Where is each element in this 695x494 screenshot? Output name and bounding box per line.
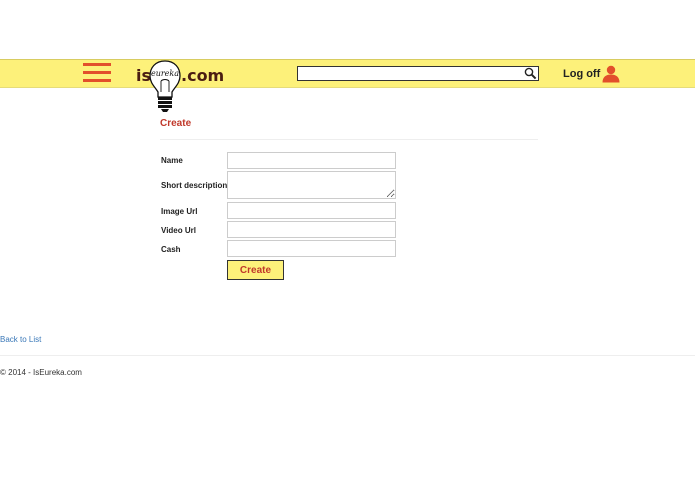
name-label: Name <box>161 156 183 165</box>
user-icon <box>602 65 620 83</box>
logo-script: eureka <box>151 69 179 78</box>
video-url-label: Video Url <box>161 226 196 235</box>
footer-copyright: © 2014 - IsEureka.com <box>0 368 82 377</box>
lightbulb-icon: eureka <box>149 60 181 112</box>
cash-label: Cash <box>161 245 181 254</box>
page-title: Create <box>160 118 192 129</box>
site-logo[interactable]: is eureka .com <box>136 59 224 113</box>
title-divider <box>160 139 538 140</box>
search-box <box>297 66 539 83</box>
hamburger-icon[interactable] <box>83 62 111 82</box>
logoff-button[interactable]: Log off <box>563 64 620 84</box>
search-input[interactable] <box>298 72 521 83</box>
short-description-field[interactable] <box>227 171 396 199</box>
search-icon[interactable] <box>523 67 537 80</box>
name-field[interactable] <box>227 152 396 169</box>
video-url-field[interactable] <box>227 221 396 238</box>
image-url-field[interactable] <box>227 202 396 219</box>
image-url-label: Image Url <box>161 207 198 216</box>
logoff-label: Log off <box>563 68 601 80</box>
back-to-list-link[interactable]: Back to List <box>0 335 41 344</box>
footer-divider <box>0 355 695 356</box>
cash-field[interactable] <box>227 240 396 257</box>
create-button[interactable]: Create <box>227 260 284 280</box>
short-description-label: Short description <box>161 181 228 190</box>
logo-suffix: .com <box>181 66 225 85</box>
